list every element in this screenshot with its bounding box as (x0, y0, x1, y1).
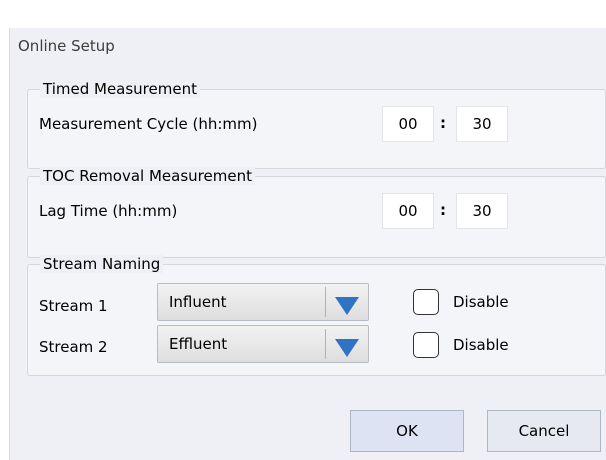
dropdown-separator (325, 287, 326, 317)
dialog-title: Online Setup (18, 37, 115, 55)
lag-time-minutes-input[interactable]: 30 (456, 193, 508, 229)
stream-1-disable-checkbox[interactable] (413, 289, 439, 315)
online-setup-dialog: Online Setup Timed Measurement Measureme… (9, 28, 606, 460)
stream-1-value: Influent (169, 293, 227, 311)
stream-1-label: Stream 1 (39, 297, 108, 315)
stream-2-dropdown[interactable]: Effluent (157, 325, 369, 363)
toc-removal-legend: TOC Removal Measurement (40, 167, 255, 185)
timed-measurement-group: Timed Measurement Measurement Cycle (hh:… (27, 80, 606, 169)
stream-1-dropdown[interactable]: Influent (157, 283, 369, 321)
lag-time-hours-input[interactable]: 00 (382, 193, 434, 229)
triangle-down-icon[interactable] (335, 297, 359, 315)
stream-1-disable-label[interactable]: Disable (453, 293, 509, 311)
cancel-button[interactable]: Cancel (487, 410, 601, 452)
stream-2-value: Effluent (169, 335, 228, 353)
measurement-cycle-hours-input[interactable]: 00 (382, 106, 434, 142)
stream-2-label: Stream 2 (39, 338, 108, 356)
stream-2-disable-label[interactable]: Disable (453, 336, 509, 354)
measurement-cycle-minutes-input[interactable]: 30 (456, 106, 508, 142)
time-separator: : (440, 114, 446, 132)
time-separator: : (440, 201, 446, 219)
toc-removal-group: TOC Removal Measurement Lag Time (hh:mm)… (27, 167, 606, 258)
timed-measurement-legend: Timed Measurement (40, 80, 200, 98)
top-strip (0, 0, 606, 28)
stream-naming-group: Stream Naming Stream 1 Influent Disable … (27, 255, 606, 376)
lag-time-label: Lag Time (hh:mm) (39, 202, 178, 220)
ok-button[interactable]: OK (350, 410, 464, 452)
dropdown-separator (325, 329, 326, 359)
measurement-cycle-label: Measurement Cycle (hh:mm) (39, 115, 258, 133)
stream-2-disable-checkbox[interactable] (413, 332, 439, 358)
stream-naming-legend: Stream Naming (40, 255, 164, 273)
triangle-down-icon[interactable] (335, 339, 359, 357)
